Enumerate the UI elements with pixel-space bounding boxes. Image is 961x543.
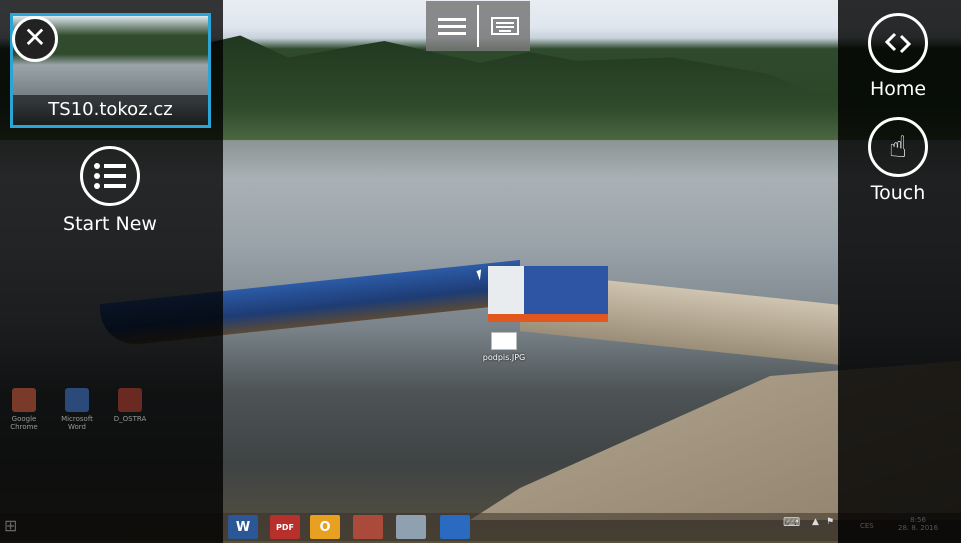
taskbar-remote-desktop[interactable] [396,515,426,539]
desktop-icon-label: Microsoft Word [61,415,93,431]
taskbar-pdf[interactable]: PDF [270,515,300,539]
image-file-icon [491,332,517,350]
session-name: TS10.tokoz.cz [13,95,208,125]
desktop-file-label: podpis.JPG [482,353,526,362]
keyboard-button[interactable] [479,1,530,51]
desktop-icon-folder: D_OSTRA [108,388,152,423]
desktop-icon-label: Google Chrome [10,415,38,431]
show-hidden-icons-icon[interactable]: ▲ [812,517,819,527]
remote-desktop-home-icon [884,32,912,54]
start-icon: ⊞ [4,516,18,535]
desktop-icon-chrome: Google Chrome [2,388,46,431]
pdf-icon: PDF [276,522,294,532]
top-toolbar [426,1,530,51]
touch-hand-icon: ☝ [888,129,908,165]
hamburger-icon [437,18,466,35]
close-session-button[interactable]: ✕ [12,16,58,62]
outlook-icon: O [319,519,331,535]
menu-button[interactable] [426,1,477,51]
desktop-file-icon[interactable]: podpis.JPG [478,332,530,362]
tray-language: CES [860,522,874,530]
close-icon: ✕ [23,21,47,54]
home-label[interactable]: Home [845,78,951,100]
touch-keyboard-icon[interactable]: ⌨ [783,515,800,529]
clock-date: 28. 8. 2016 [898,524,939,532]
tray-clock: 8:56 28. 8. 2016 [898,516,938,532]
word-icon: W [235,519,251,535]
desktop-icon-label: D_OSTRA [113,415,147,423]
taskbar-outlook[interactable]: O [310,515,340,539]
start-new-button[interactable] [80,146,140,206]
list-icon [94,163,126,189]
clock-time: 8:56 [910,516,926,524]
start-new-label[interactable]: Start New [50,213,170,235]
desktop-icon-word: Microsoft Word [55,388,99,431]
touch-button[interactable]: ☝ [868,117,928,177]
flag-icon[interactable]: ⚑ [826,517,834,527]
wallpaper-sign [488,266,608,322]
home-button[interactable] [868,13,928,73]
taskbar-paint[interactable] [353,515,383,539]
taskbar-word[interactable]: W [228,515,258,539]
keyboard-icon [490,17,519,35]
taskbar-app[interactable] [440,515,470,539]
touch-label[interactable]: Touch [845,182,951,204]
